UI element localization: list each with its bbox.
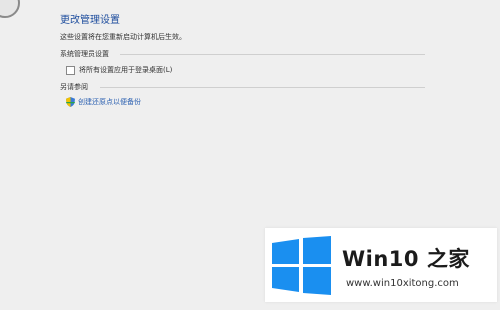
windows-logo-icon <box>272 236 331 295</box>
brand-name: Win10 之家 <box>342 243 470 273</box>
see-also-divider <box>100 87 425 88</box>
page-subtitle: 这些设置将在您重新启动计算机后生效。 <box>60 33 186 41</box>
site-url: www.win10xitong.com <box>346 278 459 289</box>
uac-shield-icon <box>66 97 75 107</box>
settings-page: 更改管理设置 这些设置将在您重新启动计算机后生效。 系统管理员设置 将所有设置应… <box>0 0 500 310</box>
brand-prefix: Win10 <box>342 247 427 271</box>
apply-all-settings-checkbox[interactable] <box>66 65 75 75</box>
admin-settings-divider <box>120 54 425 55</box>
back-button[interactable] <box>0 0 20 18</box>
see-also-header: 另请参阅 <box>60 83 88 91</box>
create-restore-point-link[interactable]: 创建还原点以便备份 <box>78 97 141 107</box>
brand-suffix: 之家 <box>426 247 470 271</box>
site-watermark: Win10 之家 www.win10xitong.com <box>265 228 497 302</box>
apply-all-settings-option[interactable]: 将所有设置应用于登录桌面(L) <box>66 65 172 75</box>
page-title: 更改管理设置 <box>60 15 120 26</box>
admin-settings-header: 系统管理员设置 <box>60 50 109 58</box>
restore-point-link-row[interactable]: 创建还原点以便备份 <box>66 97 141 107</box>
apply-all-settings-label: 将所有设置应用于登录桌面(L) <box>79 66 173 74</box>
